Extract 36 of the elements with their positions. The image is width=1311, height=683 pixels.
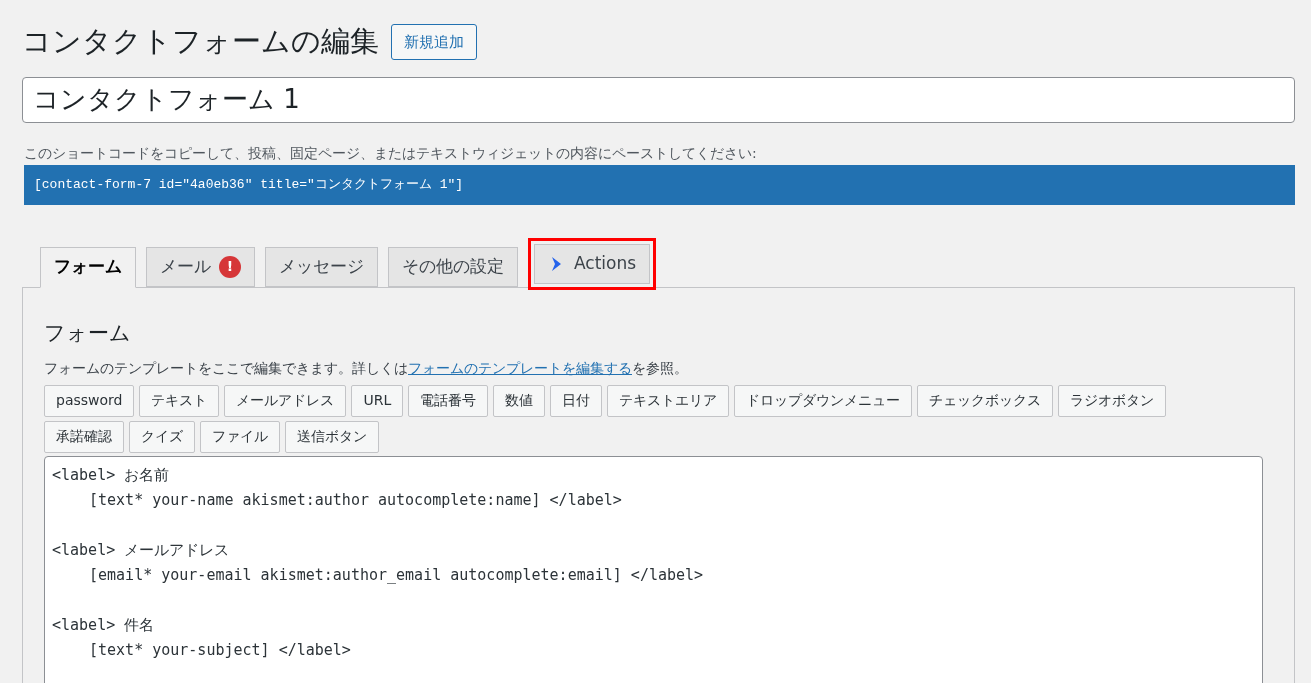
tag-button[interactable]: 数値 xyxy=(493,384,546,417)
code-line: <label> お名前 xyxy=(52,464,170,486)
tab[interactable]: フォーム xyxy=(40,246,136,288)
tag-button[interactable]: ラジオボタン xyxy=(1058,384,1167,417)
tag-button[interactable]: 日付 xyxy=(550,384,603,417)
code-line: <label> 件名 xyxy=(52,614,155,636)
tag-button[interactable]: 承諾確認 xyxy=(44,420,124,453)
tab[interactable]: Actions xyxy=(534,243,651,284)
tag-button[interactable]: 電話番号 xyxy=(408,384,489,417)
tag-button[interactable]: クイズ xyxy=(129,420,195,453)
tab[interactable]: メール ! xyxy=(146,246,255,287)
shortcode-hint: このショートコードをコピーして、投稿、固定ページ、またはテキストウィジェットの内容にペーストしてください: xyxy=(24,143,758,163)
tag-button[interactable]: メールアドレス xyxy=(224,384,347,417)
tag-button[interactable]: テキスト xyxy=(139,384,220,417)
tag-button[interactable]: password xyxy=(44,384,135,417)
title-field[interactable]: コンタクトフォーム 1 xyxy=(22,76,1295,123)
code-line: [email* your-email akismet:author_email autocomplete:email] </label> xyxy=(88,564,704,586)
alert-badge: ! xyxy=(219,255,241,278)
template-link[interactable]: フォームのテンプレートを編集する xyxy=(408,359,632,376)
panel-description: フォームのテンプレートをここで編集できます。詳しくはフォームのテンプレートを編集する を参照。 xyxy=(44,358,689,378)
code-line: [text* your-name akismet:author autocomplete:name] </label> xyxy=(88,489,622,511)
tag-button[interactable]: テキストエリア xyxy=(607,384,730,417)
tag-button[interactable]: ドロップダウンメニュー xyxy=(734,384,913,417)
panel-heading: フォーム xyxy=(44,319,132,347)
tab[interactable]: その他の設定 xyxy=(388,246,518,287)
add-new-button[interactable]: 新規追加 xyxy=(391,23,477,60)
shortcode-field[interactable]: [contact-form-7 id="4a0eb36" title="コンタクトフォーム 1"] xyxy=(24,164,1295,205)
tag-button[interactable]: チェックボックス xyxy=(917,384,1054,417)
code-line: <label> メールアドレス xyxy=(52,539,230,561)
template-editor[interactable]: <label> お名前 [text* your-name akismet:author autocomplete:name] </label> <label> メールアドレス [email* your-email akismet:author_email autocomplete:email] </label> <label> 件名 [text* your-subject] </label> xyxy=(44,455,1263,683)
tag-button[interactable]: ファイル xyxy=(200,420,280,453)
tag-button[interactable]: URL xyxy=(351,384,404,417)
page-title: コンタクトフォームの編集 xyxy=(22,23,379,60)
tab[interactable]: メッセージ xyxy=(265,246,378,287)
tag-button[interactable]: 送信ボタン xyxy=(285,420,379,453)
code-line: [text* your-subject] </label> xyxy=(88,639,351,661)
